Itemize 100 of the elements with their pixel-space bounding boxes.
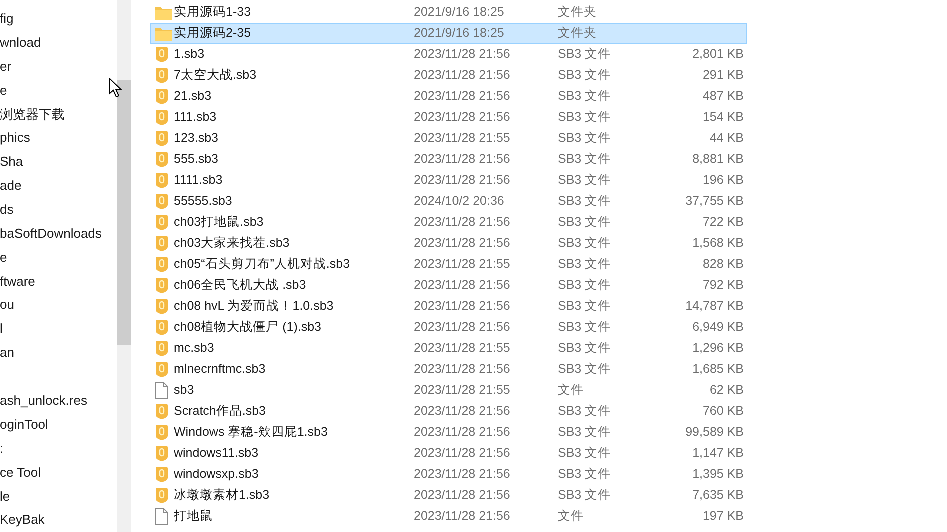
file-row[interactable]: 1.sb3 2023/11/28 21:56 SB3 文件 2,801 KB (150, 44, 747, 65)
document-icon (155, 466, 169, 483)
file-row[interactable]: 实用源码2-35 2021/9/16 18:25 文件夹 (150, 23, 747, 44)
file-row[interactable]: Scratch作品.sb3 2023/11/28 21:56 SB3 文件 760 KB (150, 401, 747, 422)
nav-item[interactable]: : (0, 438, 4, 458)
file-size: 487 KB (702, 88, 744, 106)
document-icon (155, 109, 169, 126)
file-type: SB3 文件 (558, 445, 612, 462)
document-icon (155, 67, 169, 84)
modified-date: 2021/9/16 18:25 (414, 25, 506, 42)
nav-item[interactable]: 浏览器下载 (0, 104, 65, 124)
file-row[interactable]: ch08 hvL 为爱而战！1.0.sb3 2023/11/28 21:56 SB3 文件 14,787 KB (150, 296, 747, 317)
mouse-pointer-icon (109, 78, 122, 98)
file-row[interactable]: 冰墩墩素材1.sb3 2023/11/28 21:56 SB3 文件 7,635 KB (150, 485, 747, 506)
file-type: SB3 文件 (558, 298, 612, 316)
file-row[interactable]: 实用源码1-33 2021/9/16 18:25 文件夹 (150, 2, 747, 23)
file-type: SB3 文件 (558, 235, 612, 252)
nav-item[interactable]: baSoftDownloads (0, 224, 102, 244)
file-type: SB3 文件 (558, 403, 612, 420)
file-name: ch03打地鼠.sb3 (174, 214, 265, 232)
file-name: 打地鼠 (174, 508, 214, 526)
document-icon (155, 403, 169, 420)
file-type: SB3 文件 (558, 46, 612, 64)
file-type: SB3 文件 (558, 256, 612, 274)
nav-item[interactable]: er (0, 56, 12, 76)
document-icon (155, 487, 169, 504)
modified-date: 2023/11/28 21:56 (414, 508, 512, 526)
file-name: mlnecrnftmc.sb3 (174, 361, 267, 378)
file-size: 99,589 KB (686, 424, 744, 442)
nav-item[interactable]: Sha (0, 152, 24, 172)
file-row[interactable]: sb3 2023/11/28 21:55 文件 62 KB (150, 380, 747, 401)
file-row[interactable]: 21.sb3 2023/11/28 21:56 SB3 文件 487 KB (150, 86, 747, 107)
file-row[interactable]: windows11.sb3 2023/11/28 21:56 SB3 文件 1,147 KB (150, 443, 747, 464)
file-row[interactable]: 55555.sb3 2024/10/2 20:36 SB3 文件 37,755 KB (150, 191, 747, 212)
file-type: SB3 文件 (558, 67, 612, 84)
nav-item[interactable]: oginTool (0, 414, 48, 434)
file-row[interactable]: 1111.sb3 2023/11/28 21:56 SB3 文件 196 KB (150, 170, 747, 191)
nav-item[interactable]: ash_unlock.res (0, 391, 88, 411)
file-type: 文件 (558, 382, 585, 400)
file-type: SB3 文件 (558, 424, 612, 442)
file-size: 1,147 KB (692, 445, 744, 462)
file-row[interactable]: ch05“石头剪刀布”人机对战.sb3 2023/11/28 21:55 SB3 文件 828 KB (150, 254, 747, 275)
modified-date: 2024/10/2 20:36 (414, 193, 506, 210)
file-name: ch05“石头剪刀布”人机对战.sb3 (174, 256, 352, 274)
document-icon (155, 298, 169, 315)
file-name: Scratch作品.sb3 (174, 403, 268, 420)
file-row[interactable]: 打地鼠 2023/11/28 21:56 文件 197 KB (150, 506, 747, 527)
file-size: 1,568 KB (692, 235, 744, 252)
file-name: 实用源码2-35 (174, 25, 252, 42)
nav-item[interactable]: ade (0, 176, 22, 196)
modified-date: 2023/11/28 21:55 (414, 340, 512, 358)
document-icon (155, 214, 169, 231)
scrollbar-thumb[interactable] (117, 80, 131, 345)
modified-date: 2023/11/28 21:56 (414, 277, 512, 294)
file-row[interactable]: 555.sb3 2023/11/28 21:56 SB3 文件 8,881 KB (150, 149, 747, 170)
nav-item[interactable]: e (0, 248, 8, 268)
file-type: SB3 文件 (558, 193, 612, 210)
file-row[interactable]: ch08植物大战僵尸 (1).sb3 2023/11/28 21:56 SB3 文件 6,949 KB (150, 317, 747, 338)
nav-item[interactable]: an (0, 343, 14, 363)
blank-file-icon (155, 382, 168, 399)
file-row[interactable]: mlnecrnftmc.sb3 2023/11/28 21:56 SB3 文件 1,685 KB (150, 359, 747, 380)
modified-date: 2023/11/28 21:56 (414, 88, 512, 106)
file-row[interactable]: ch03打地鼠.sb3 2023/11/28 21:56 SB3 文件 722 KB (150, 212, 747, 233)
file-row[interactable]: 111.sb3 2023/11/28 21:56 SB3 文件 154 KB (150, 107, 747, 128)
file-row[interactable]: ch03大家来找茬.sb3 2023/11/28 21:56 SB3 文件 1,568 KB (150, 233, 747, 254)
modified-date: 2023/11/28 21:56 (414, 109, 512, 126)
file-name: Windows 搴稳-欸四屁1.sb3 (174, 424, 329, 442)
file-name: 实用源码1-33 (174, 4, 252, 22)
file-row[interactable]: Windows 搴稳-欸四屁1.sb3 2023/11/28 21:56 SB3 文件 99,589 KB (150, 422, 747, 443)
file-name: ch06全民飞机大战 .sb3 (174, 277, 308, 294)
nav-item[interactable]: fig (0, 9, 14, 29)
modified-date: 2023/11/28 21:56 (414, 424, 512, 442)
modified-date: 2023/11/28 21:56 (414, 214, 512, 232)
document-icon (155, 172, 169, 189)
file-row[interactable]: mc.sb3 2023/11/28 21:55 SB3 文件 1,296 KB (150, 338, 747, 359)
nav-item[interactable]: e (0, 80, 8, 100)
document-icon (155, 88, 169, 105)
file-row[interactable]: 7太空大战.sb3 2023/11/28 21:56 SB3 文件 291 KB (150, 65, 747, 86)
document-icon (155, 319, 169, 336)
nav-item[interactable]: phics (0, 128, 30, 148)
modified-date: 2023/11/28 21:56 (414, 298, 512, 316)
nav-item[interactable]: le (0, 486, 10, 506)
file-row[interactable]: windowsxp.sb3 2023/11/28 21:56 SB3 文件 1,395 KB (150, 464, 747, 485)
file-type: SB3 文件 (558, 214, 612, 232)
file-row[interactable]: 123.sb3 2023/11/28 21:55 SB3 文件 44 KB (150, 128, 747, 149)
file-type: SB3 文件 (558, 340, 612, 358)
file-size: 1,395 KB (692, 466, 744, 484)
nav-item[interactable]: l (0, 319, 3, 339)
file-type: SB3 文件 (558, 151, 612, 168)
document-icon (155, 151, 169, 168)
nav-item[interactable]: ce Tool (0, 462, 41, 482)
nav-item[interactable]: ftware (0, 272, 36, 292)
file-name: 1111.sb3 (174, 172, 224, 190)
nav-item[interactable]: ou (0, 295, 14, 315)
document-icon (155, 130, 169, 147)
nav-item[interactable]: ds (0, 200, 14, 220)
nav-item[interactable]: wnload (0, 33, 42, 53)
file-row[interactable]: ch06全民飞机大战 .sb3 2023/11/28 21:56 SB3 文件 792 KB (150, 275, 747, 296)
document-icon (155, 277, 169, 294)
nav-item[interactable]: KeyBak (0, 510, 45, 530)
